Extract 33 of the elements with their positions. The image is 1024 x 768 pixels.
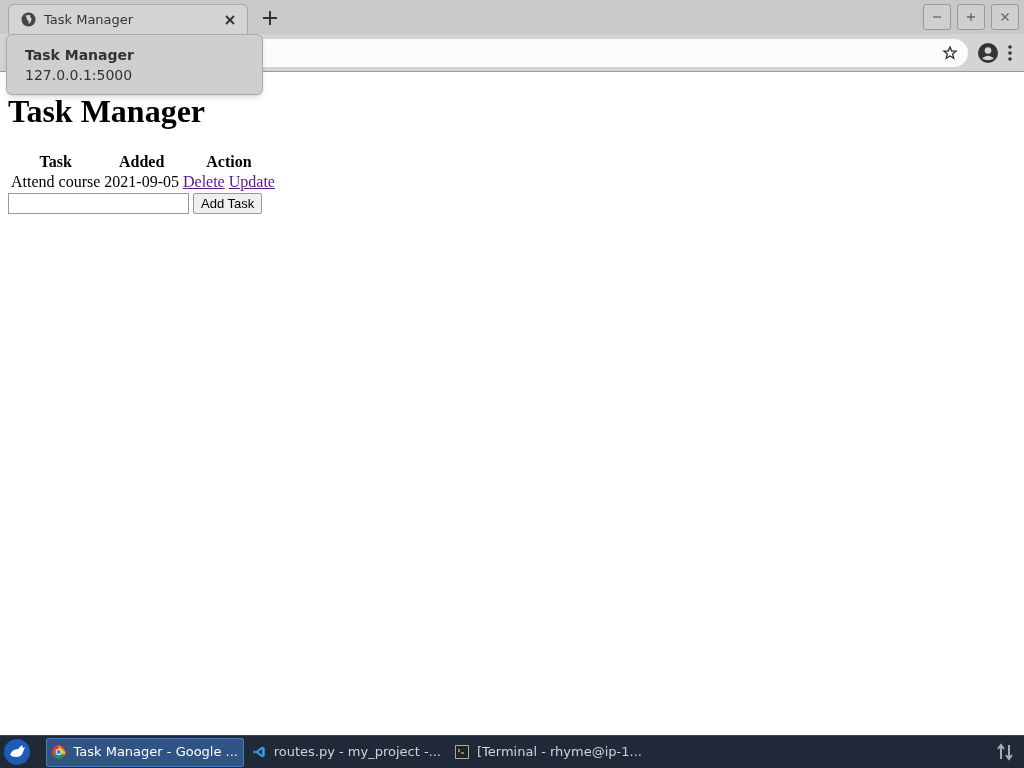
add-task-button[interactable]: Add Task xyxy=(193,193,263,214)
action-link[interactable]: Delete xyxy=(182,173,225,190)
terminal-icon xyxy=(455,745,469,759)
maximize-button[interactable] xyxy=(957,4,985,30)
close-icon[interactable] xyxy=(225,14,235,25)
tooltip-title: Task Manager xyxy=(25,46,135,65)
task-input[interactable] xyxy=(8,193,189,214)
column-header: Task xyxy=(38,153,73,171)
taskbar-item[interactable]: routes.py - my_project -... xyxy=(248,737,446,767)
menu-icon[interactable] xyxy=(1008,44,1012,61)
column-header: Added xyxy=(117,153,166,171)
taskbar-item[interactable]: [Terminal - rhyme@ip-1... xyxy=(450,737,648,767)
taskbar-label: Task Manager - Google ... xyxy=(73,743,238,762)
tab-title: Task Manager xyxy=(44,10,135,29)
code-editor-icon xyxy=(253,745,266,759)
action-link[interactable]: Update xyxy=(228,173,275,190)
globe-icon xyxy=(21,12,36,27)
new-tab-icon[interactable] xyxy=(263,11,277,25)
taskbar-label: [Terminal - rhyme@ip-1... xyxy=(477,743,642,762)
maximize-icon xyxy=(966,12,976,22)
network-arrows-icon[interactable] xyxy=(996,743,1014,761)
close-icon xyxy=(1000,12,1010,22)
table-cell: 2021-09-05 xyxy=(103,173,180,191)
account-icon[interactable] xyxy=(978,42,998,63)
browser-tab[interactable]: Task Manager xyxy=(8,4,248,34)
tooltip-url: 127.0.0.1:5000 xyxy=(25,66,134,85)
page-heading: Task Manager xyxy=(8,93,206,130)
taskbar-label: routes.py - my_project -... xyxy=(273,743,441,762)
star-icon[interactable] xyxy=(942,44,958,61)
column-header: Action xyxy=(205,153,253,171)
browser-logo-icon xyxy=(52,745,66,759)
taskbar-item[interactable]: Task Manager - Google ... xyxy=(46,737,244,767)
table-cell: Attend course xyxy=(10,173,102,191)
